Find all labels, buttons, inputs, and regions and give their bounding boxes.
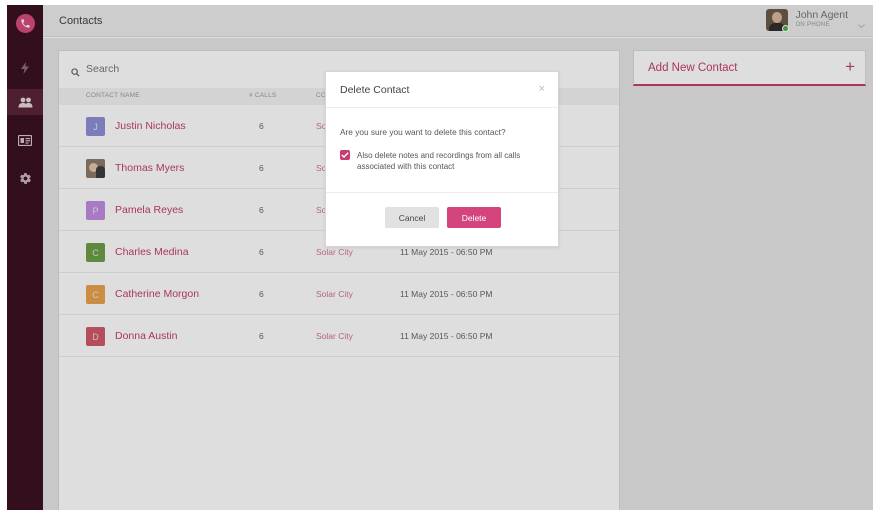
dialog-title: Delete Contact: [340, 84, 410, 96]
delete-contact-dialog: Delete Contact × Are you sure you want t…: [325, 71, 559, 247]
delete-notes-checkbox[interactable]: [340, 150, 350, 160]
app-window: Contacts John Agent ON PHONE Search CONT…: [0, 0, 873, 510]
dialog-message: Are you sure you want to delete this con…: [340, 127, 506, 137]
dialog-divider: [326, 192, 558, 193]
checkmark-icon: [341, 152, 349, 158]
close-icon[interactable]: ×: [539, 83, 545, 95]
delete-notes-label[interactable]: Also delete notes and recordings from al…: [357, 150, 552, 172]
cancel-button[interactable]: Cancel: [385, 207, 439, 228]
delete-button[interactable]: Delete: [447, 207, 501, 228]
dialog-header: Delete Contact ×: [326, 72, 558, 108]
